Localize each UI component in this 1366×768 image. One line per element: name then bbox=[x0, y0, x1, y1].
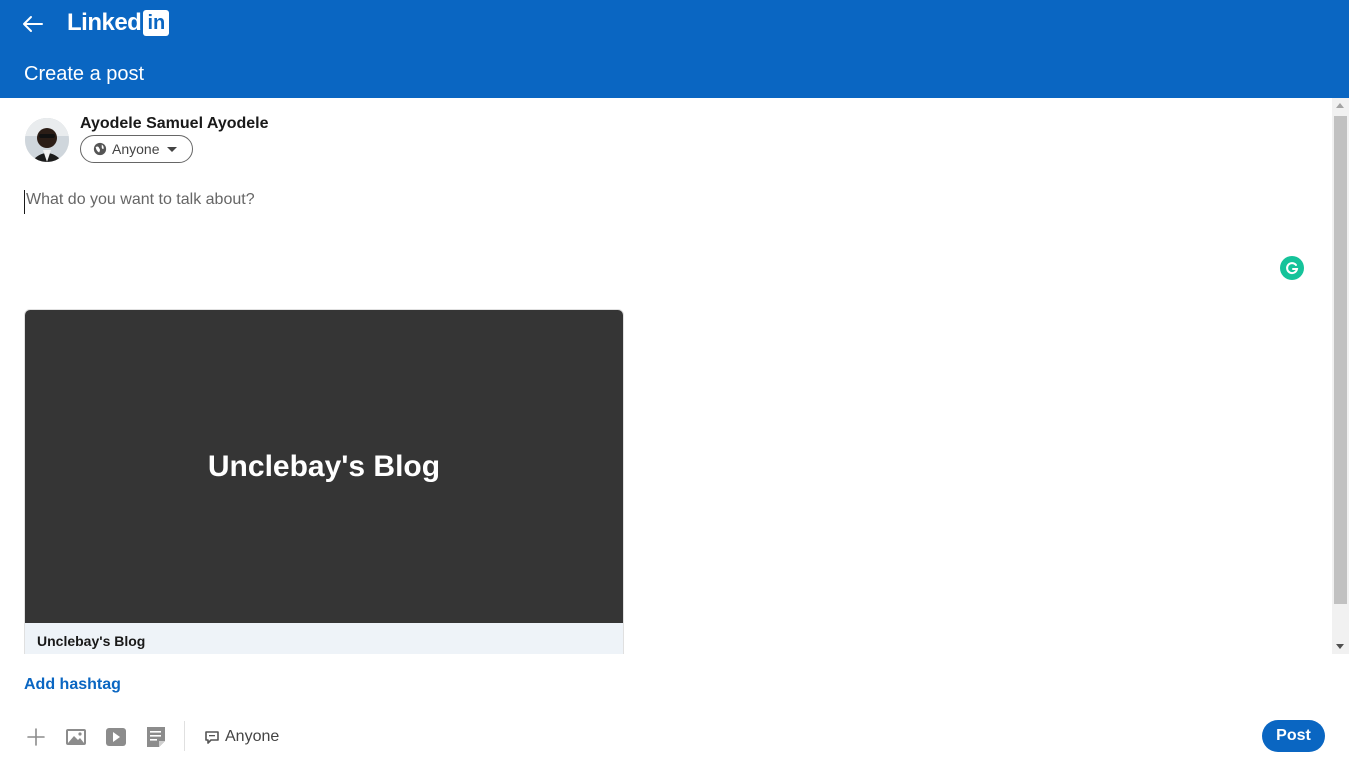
toolbar-divider bbox=[184, 721, 185, 751]
scrollbar[interactable] bbox=[1332, 98, 1349, 654]
link-preview-title: Unclebay's Blog bbox=[25, 623, 623, 654]
plus-icon[interactable] bbox=[24, 725, 48, 749]
scroll-down-icon[interactable] bbox=[1336, 644, 1344, 649]
header-gap bbox=[1349, 0, 1366, 98]
logo-text: Linked bbox=[67, 9, 142, 36]
post-text-input[interactable]: What do you want to talk about? bbox=[24, 190, 1264, 214]
post-button[interactable]: Post bbox=[1262, 720, 1325, 752]
scrollbar-thumb[interactable] bbox=[1334, 116, 1347, 604]
avatar bbox=[25, 118, 69, 162]
photo-icon[interactable] bbox=[64, 725, 88, 749]
page-title: Create a post bbox=[24, 63, 145, 85]
composer-toolbar: Anyone Post bbox=[0, 715, 1349, 759]
link-preview-card[interactable]: Unclebay's Blog Unclebay's Blog bbox=[24, 309, 624, 654]
scroll-up-icon[interactable] bbox=[1336, 103, 1344, 108]
comment-control-button[interactable]: Anyone bbox=[204, 725, 279, 749]
composer-scroll-area[interactable]: Ayodele Samuel Ayodele Anyone What do yo… bbox=[0, 98, 1332, 654]
comment-control-label: Anyone bbox=[225, 728, 280, 745]
comment-icon bbox=[205, 731, 219, 744]
visibility-dropdown-button[interactable]: Anyone bbox=[80, 135, 193, 163]
post-input-placeholder: What do you want to talk about? bbox=[26, 191, 255, 208]
create-post-page: Linked in Create a post Ayodele Samuel A… bbox=[0, 0, 1366, 768]
document-icon[interactable] bbox=[144, 725, 168, 749]
header-bar: Linked in Create a post bbox=[0, 0, 1366, 98]
author-name: Ayodele Samuel Ayodele bbox=[80, 115, 269, 132]
grammarly-icon[interactable] bbox=[1280, 256, 1304, 280]
add-hashtag-link[interactable]: Add hashtag bbox=[24, 675, 121, 695]
visibility-label: Anyone bbox=[112, 141, 160, 157]
globe-icon bbox=[93, 142, 107, 156]
linkedin-logo[interactable]: Linked in bbox=[67, 9, 170, 36]
preview-image-text: Unclebay's Blog bbox=[207, 449, 441, 483]
caret-down-icon bbox=[167, 146, 178, 152]
video-icon[interactable] bbox=[104, 725, 128, 749]
link-preview-image: Unclebay's Blog bbox=[25, 310, 623, 623]
back-arrow-icon[interactable] bbox=[18, 10, 46, 38]
logo-box: in bbox=[143, 10, 170, 36]
